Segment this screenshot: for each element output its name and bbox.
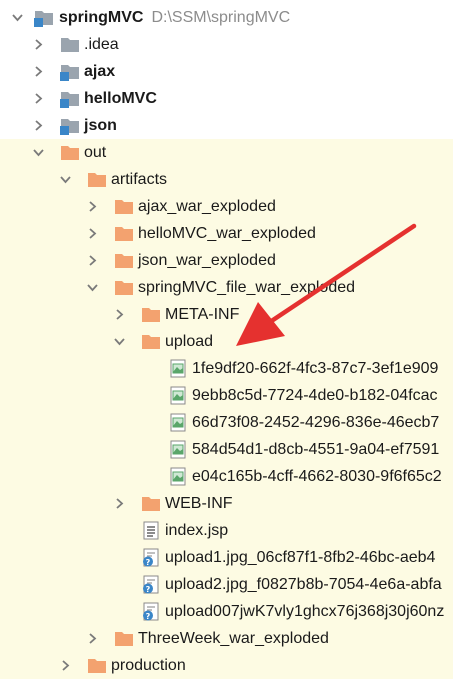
chevron-down-icon[interactable] [87, 282, 98, 293]
tree-node-hellomvc[interactable]: helloMVC [0, 85, 453, 112]
tree-node-upload-file[interactable]: 9ebb8c5d-7724-4de0-b182-04fcac [0, 382, 453, 409]
tree-node-label: ajax [84, 63, 116, 80]
tree-node-upload[interactable]: upload [0, 328, 453, 355]
tree-node-upload-file[interactable]: 584d54d1-d8cb-4551-9a04-ef7591 [0, 436, 453, 463]
chevron-down-icon[interactable] [60, 174, 71, 185]
tree-node-unknown-file[interactable]: upload007jwK7vly1ghcx76j368j30j60nz [0, 598, 453, 625]
tree-node-label: json_war_exploded [138, 252, 276, 269]
tree-node-springmvc-root[interactable]: springMVC D:\SSM\springMVC [0, 4, 453, 31]
tree-node-label: helloMVC [84, 90, 157, 107]
tree-node-label: 1fe9df20-662f-4fc3-87c7-3ef1e909 [192, 360, 439, 377]
folder-orange-icon [87, 656, 107, 675]
tree-node-label: artifacts [111, 171, 168, 188]
module-folder-icon [60, 89, 80, 108]
project-path: D:\SSM\springMVC [151, 9, 291, 26]
tree-node-production[interactable]: production [0, 652, 453, 679]
tree-node-unknown-file[interactable]: upload1.jpg_06cf87f1-8fb2-46bc-aeb4 [0, 544, 453, 571]
tree-node-label: upload2.jpg_f0827b8b-7054-4e6a-abfa [165, 576, 442, 593]
module-folder-icon [34, 8, 54, 27]
tree-node-label: out [84, 144, 107, 161]
folder-orange-icon [114, 224, 134, 243]
chevron-right-icon[interactable] [87, 228, 98, 239]
tree-node-upload-file[interactable]: 66d73f08-2452-4296-836e-46ecb7 [0, 409, 453, 436]
tree-node-ajax-war-exploded[interactable]: ajax_war_exploded [0, 193, 453, 220]
tree-node-label: .idea [84, 36, 119, 53]
tree-node-index-jsp[interactable]: index.jsp [0, 517, 453, 544]
image-file-icon [168, 359, 188, 378]
chevron-right-icon[interactable] [60, 660, 71, 671]
chevron-down-icon[interactable] [33, 147, 44, 158]
tree-node-label: upload [165, 333, 214, 350]
jsp-file-icon [141, 521, 161, 540]
folder-orange-icon [114, 251, 134, 270]
tree-node-label: springMVC_file_war_exploded [138, 279, 356, 296]
chevron-right-icon[interactable] [87, 201, 98, 212]
module-folder-icon [60, 62, 80, 81]
tree-node-threeweek-war-exploded[interactable]: ThreeWeek_war_exploded [0, 625, 453, 652]
tree-node-label: 584d54d1-d8cb-4551-9a04-ef7591 [192, 441, 440, 458]
tree-node-unknown-file[interactable]: upload2.jpg_f0827b8b-7054-4e6a-abfa [0, 571, 453, 598]
tree-node-springmvc-file-war-exploded[interactable]: springMVC_file_war_exploded [0, 274, 453, 301]
project-tree: springMVC D:\SSM\springMVC .idea ajax hel… [0, 0, 453, 685]
tree-node-label: e04c165b-4cff-4662-8030-9f6f65c2 [192, 468, 442, 485]
tree-node-label: upload007jwK7vly1ghcx76j368j30j60nz [165, 603, 445, 620]
unknown-file-icon [141, 602, 161, 621]
tree-node-label: springMVC D:\SSM\springMVC [59, 9, 291, 26]
folder-orange-icon [114, 629, 134, 648]
folder-orange-icon [114, 197, 134, 216]
tree-node-json[interactable]: json [0, 112, 453, 139]
chevron-right-icon[interactable] [114, 498, 125, 509]
tree-node-label: 66d73f08-2452-4296-836e-46ecb7 [192, 414, 440, 431]
tree-node-out[interactable]: out [0, 139, 453, 166]
tree-node-web-inf[interactable]: WEB-INF [0, 490, 453, 517]
chevron-right-icon[interactable] [33, 39, 44, 50]
tree-node-label: ajax_war_exploded [138, 198, 276, 215]
tree-node-label: production [111, 657, 186, 674]
tree-node-label: json [84, 117, 117, 134]
chevron-right-icon[interactable] [33, 66, 44, 77]
module-folder-icon [60, 116, 80, 135]
tree-node-label: index.jsp [165, 522, 229, 539]
chevron-right-icon[interactable] [114, 309, 125, 320]
unknown-file-icon [141, 548, 161, 567]
tree-node-label: WEB-INF [165, 495, 233, 512]
image-file-icon [168, 467, 188, 486]
chevron-down-icon[interactable] [114, 336, 125, 347]
tree-node-ajax[interactable]: ajax [0, 58, 453, 85]
folder-orange-icon [141, 305, 161, 324]
tree-node-meta-inf[interactable]: META-INF [0, 301, 453, 328]
folder-orange-icon [141, 332, 161, 351]
tree-node-label: helloMVC_war_exploded [138, 225, 316, 242]
tree-node-label: upload1.jpg_06cf87f1-8fb2-46bc-aeb4 [165, 549, 436, 566]
image-file-icon [168, 413, 188, 432]
chevron-right-icon[interactable] [87, 633, 98, 644]
chevron-down-icon[interactable] [12, 12, 23, 23]
tree-node-artifacts[interactable]: artifacts [0, 166, 453, 193]
folder-orange-icon [141, 494, 161, 513]
unknown-file-icon [141, 575, 161, 594]
chevron-right-icon[interactable] [33, 93, 44, 104]
chevron-right-icon[interactable] [33, 120, 44, 131]
tree-node-upload-file[interactable]: 1fe9df20-662f-4fc3-87c7-3ef1e909 [0, 355, 453, 382]
image-file-icon [168, 440, 188, 459]
folder-orange-icon [60, 143, 80, 162]
tree-node-label: 9ebb8c5d-7724-4de0-b182-04fcac [192, 387, 438, 404]
folder-orange-icon [114, 278, 134, 297]
tree-node-hellomvc-war-exploded[interactable]: helloMVC_war_exploded [0, 220, 453, 247]
tree-node-label: META-INF [165, 306, 240, 323]
tree-node-label: ThreeWeek_war_exploded [138, 630, 329, 647]
folder-gray-icon [60, 35, 80, 54]
tree-node-json-war-exploded[interactable]: json_war_exploded [0, 247, 453, 274]
image-file-icon [168, 386, 188, 405]
tree-node-idea[interactable]: .idea [0, 31, 453, 58]
chevron-right-icon[interactable] [87, 255, 98, 266]
tree-node-upload-file[interactable]: e04c165b-4cff-4662-8030-9f6f65c2 [0, 463, 453, 490]
folder-orange-icon [87, 170, 107, 189]
